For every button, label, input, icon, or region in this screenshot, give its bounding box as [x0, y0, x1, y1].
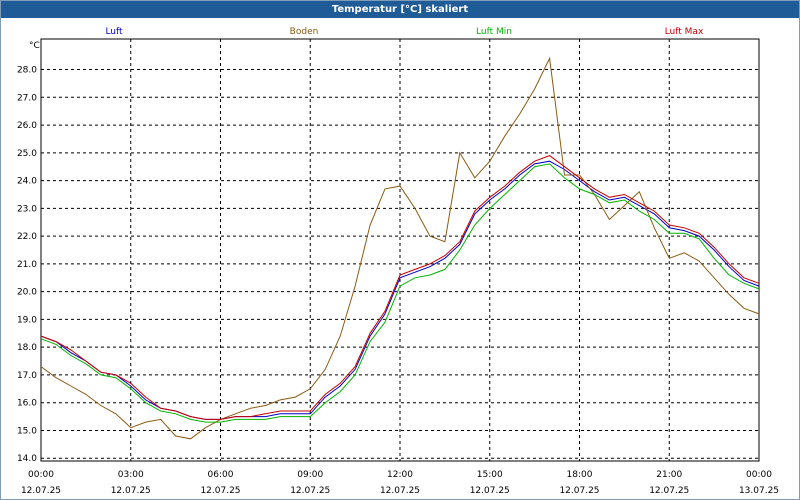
x-tick-date: 12.07.25	[290, 486, 330, 496]
chart-window: Temperatur [°C] skaliert 14.0 15.0 16.0 17.…	[0, 0, 800, 500]
x-tick-date: 12.07.25	[649, 486, 689, 496]
y-tick-label: 17.0	[17, 371, 37, 381]
y-tick-label: 24.0	[17, 177, 37, 187]
y-tick-label: 14.0	[17, 454, 37, 464]
legend-luft-min: Luft Min	[476, 27, 512, 37]
x-tick-date: 13.07.25	[739, 486, 779, 496]
y-tick-label: 19.0	[17, 315, 37, 325]
y-tick-label: 16.0	[17, 399, 37, 409]
legend-luft-max: Luft Max	[665, 27, 704, 37]
x-tick-date: 12.07.25	[470, 486, 510, 496]
x-tick-date: 12.07.25	[380, 486, 420, 496]
legend-luft: Luft	[105, 27, 123, 37]
y-tick-label: 22.0	[17, 232, 37, 242]
x-tick-time: 06:00	[208, 470, 234, 480]
x-tick-time: 21:00	[656, 470, 682, 480]
y-axis-label: °C	[29, 41, 40, 51]
y-tick-label: 18.0	[17, 343, 37, 353]
y-tick-label: 15.0	[17, 426, 37, 436]
y-tick-label: 27.0	[17, 93, 37, 103]
x-tick-time: 09:00	[297, 470, 323, 480]
x-tick-date: 12.07.25	[21, 486, 61, 496]
x-tick-date: 12.07.25	[559, 486, 599, 496]
y-tick-label: 23.0	[17, 204, 37, 214]
x-tick-date: 12.07.25	[200, 486, 240, 496]
legend-boden: Boden	[290, 27, 319, 37]
x-tick-time: 15:00	[477, 470, 503, 480]
temperature-chart: 14.0 15.0 16.0 17.0 18.0 19.0 20.0 21.0 22.0 23.0…	[17, 27, 779, 496]
x-tick-time: 00:00	[746, 470, 772, 480]
y-tick-label: 20.0	[17, 288, 37, 298]
y-tick-label: 25.0	[17, 149, 37, 159]
y-tick-label: 28.0	[17, 66, 37, 76]
x-tick-time: 18:00	[567, 470, 593, 480]
x-tick-time: 03:00	[118, 470, 144, 480]
x-tick-date: 12.07.25	[111, 486, 151, 496]
y-tick-label: 26.0	[17, 121, 37, 131]
x-tick-time: 00:00	[28, 470, 54, 480]
y-tick-label: 21.0	[17, 260, 37, 270]
x-tick-time: 12:00	[387, 470, 413, 480]
